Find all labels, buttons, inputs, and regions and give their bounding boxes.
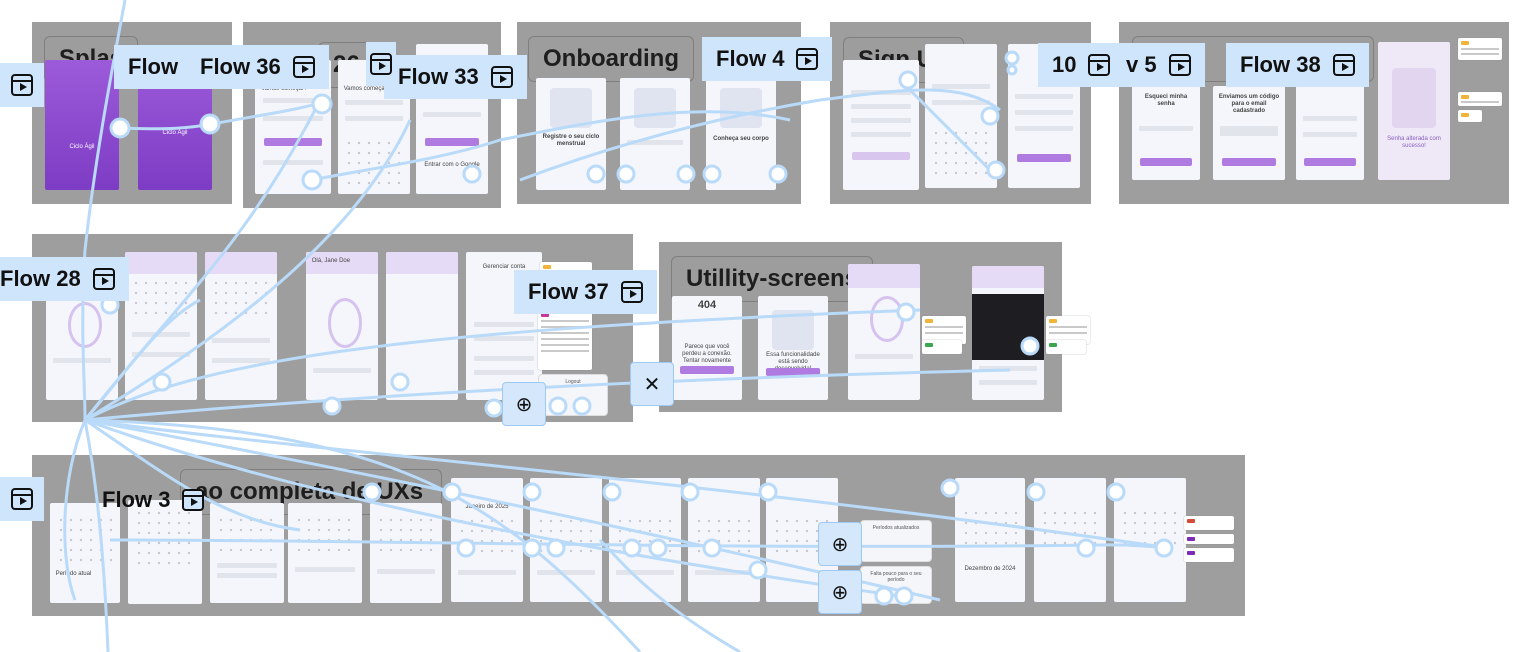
flow-label-text: Flow <box>128 54 179 79</box>
flow-3-label[interactable]: Flow 3 <box>88 478 218 522</box>
flow-33-label[interactable]: Flow 33 <box>384 55 527 99</box>
flow-10-text: 10 <box>1052 52 1077 77</box>
close-button[interactable]: ✕ <box>630 362 674 406</box>
flow-play-button[interactable] <box>0 63 44 107</box>
flow-play-icon[interactable] <box>292 56 315 78</box>
flow-play-button[interactable] <box>366 42 396 86</box>
flow-10-label[interactable]: 10 <box>1038 43 1125 87</box>
flow-36-label[interactable]: Flow 36 <box>186 45 329 89</box>
add-frame-icon: ⊕ <box>831 581 849 604</box>
flow-5-text: v 5 <box>1126 52 1157 77</box>
add-frame-icon: ⊕ <box>831 533 849 556</box>
flow-36-text: Flow 36 <box>200 54 281 79</box>
flow-play-icon[interactable] <box>1088 54 1111 76</box>
flow-38-text: Flow 38 <box>1240 52 1321 77</box>
flow-play-icon[interactable] <box>490 66 513 88</box>
flow-5-label[interactable]: v 5 <box>1120 43 1205 87</box>
add-frame-button[interactable]: ⊕ <box>502 382 546 426</box>
flow-play-icon[interactable] <box>11 488 33 510</box>
flow-play-icon[interactable] <box>182 489 205 511</box>
flow-37-label[interactable]: Flow 37 <box>514 270 657 314</box>
flow-4-text: Flow 4 <box>716 46 785 71</box>
flow-play-icon[interactable] <box>1332 54 1355 76</box>
flow-label[interactable]: Flow <box>114 45 193 89</box>
flow-play-icon[interactable] <box>1168 54 1191 76</box>
add-frame-icon: ⊕ <box>515 393 533 416</box>
add-frame-button[interactable]: ⊕ <box>818 522 862 566</box>
flow-play-icon[interactable] <box>11 74 33 96</box>
flow-play-icon[interactable] <box>796 48 819 70</box>
flow-play-icon[interactable] <box>370 53 392 75</box>
flow-play-button[interactable] <box>0 477 44 521</box>
flow-4-label[interactable]: Flow 4 <box>702 37 833 81</box>
flow-play-icon[interactable] <box>92 268 115 290</box>
flow-28-label[interactable]: Flow 28 <box>0 257 129 301</box>
flow-play-icon[interactable] <box>620 281 643 303</box>
flow-38-label[interactable]: Flow 38 <box>1226 43 1369 87</box>
connector-lines <box>63 0 1174 652</box>
flow-28-text: Flow 28 <box>0 266 81 291</box>
add-frame-button[interactable]: ⊕ <box>818 570 862 614</box>
close-icon: ✕ <box>643 373 661 396</box>
flow-37-text: Flow 37 <box>528 279 609 304</box>
flow-33-text: Flow 33 <box>398 64 479 89</box>
flow-3-text: Flow 3 <box>102 487 171 512</box>
